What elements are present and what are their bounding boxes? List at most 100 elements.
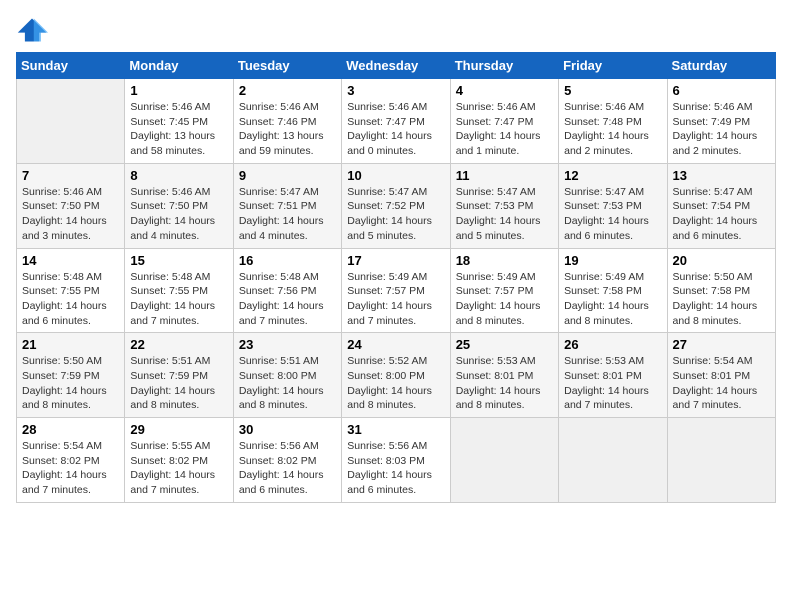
calendar-day-cell: 23 Sunrise: 5:51 AMSunset: 8:00 PMDayligh…: [233, 333, 341, 418]
day-number: 18: [456, 253, 553, 268]
day-number: 28: [22, 422, 119, 437]
day-info: Sunrise: 5:49 AMSunset: 7:57 PMDaylight:…: [347, 270, 444, 329]
day-number: 5: [564, 83, 661, 98]
day-info: Sunrise: 5:46 AMSunset: 7:50 PMDaylight:…: [22, 185, 119, 244]
day-number: 1: [130, 83, 227, 98]
day-info: Sunrise: 5:47 AMSunset: 7:53 PMDaylight:…: [456, 185, 553, 244]
calendar-day-cell: 9 Sunrise: 5:47 AMSunset: 7:51 PMDaylight…: [233, 163, 341, 248]
day-number: 16: [239, 253, 336, 268]
day-number: 6: [673, 83, 770, 98]
calendar-day-cell: 8 Sunrise: 5:46 AMSunset: 7:50 PMDaylight…: [125, 163, 233, 248]
day-info: Sunrise: 5:50 AMSunset: 7:58 PMDaylight:…: [673, 270, 770, 329]
day-info: Sunrise: 5:50 AMSunset: 7:59 PMDaylight:…: [22, 354, 119, 413]
day-info: Sunrise: 5:47 AMSunset: 7:54 PMDaylight:…: [673, 185, 770, 244]
calendar-day-cell: 15Sunrise: 5:48 AMSunset: 7:55 PMDayligh…: [125, 248, 233, 333]
day-number: 27: [673, 337, 770, 352]
day-number: 8: [130, 168, 227, 183]
day-info: Sunrise: 5:47 AMSunset: 7:53 PMDaylight:…: [564, 185, 661, 244]
calendar-day-cell: 6Sunrise: 5:46 AMSunset: 7:49 PMDaylight…: [667, 79, 775, 164]
calendar-day-cell: 17 Sunrise: 5:49 AMSunset: 7:57 PMDayligh…: [342, 248, 450, 333]
day-info: Sunrise: 5:54 AMSunset: 8:02 PMDaylight:…: [22, 439, 119, 498]
calendar-week-row: 14 Sunrise: 5:48 AMSunset: 7:55 PMDayligh…: [17, 248, 776, 333]
day-info: Sunrise: 5:46 AMSunset: 7:48 PMDaylight:…: [564, 100, 661, 159]
calendar-day-cell: 21 Sunrise: 5:50 AMSunset: 7:59 PMDayligh…: [17, 333, 125, 418]
day-number: 29: [130, 422, 227, 437]
day-info: Sunrise: 5:54 AMSunset: 8:01 PMDaylight:…: [673, 354, 770, 413]
calendar-body: 1 Sunrise: 5:46 AMSunset: 7:45 PMDaylight…: [17, 79, 776, 503]
day-number: 4: [456, 83, 553, 98]
calendar-day-cell: [667, 418, 775, 503]
day-info: Sunrise: 5:49 AMSunset: 7:57 PMDaylight:…: [456, 270, 553, 329]
calendar-day-cell: [559, 418, 667, 503]
calendar-day-cell: 12 Sunrise: 5:47 AMSunset: 7:53 PMDayligh…: [559, 163, 667, 248]
calendar-week-row: 1 Sunrise: 5:46 AMSunset: 7:45 PMDaylight…: [17, 79, 776, 164]
day-number: 24: [347, 337, 444, 352]
day-number: 13: [673, 168, 770, 183]
day-info: Sunrise: 5:46 AMSunset: 7:47 PMDaylight:…: [347, 100, 444, 159]
calendar-day-cell: 4 Sunrise: 5:46 AMSunset: 7:47 PMDaylight…: [450, 79, 558, 164]
calendar-day-cell: 30Sunrise: 5:56 AMSunset: 8:02 PMDayligh…: [233, 418, 341, 503]
calendar-day-cell: 31Sunrise: 5:56 AMSunset: 8:03 PMDayligh…: [342, 418, 450, 503]
day-number: 20: [673, 253, 770, 268]
day-info: Sunrise: 5:53 AMSunset: 8:01 PMDaylight:…: [564, 354, 661, 413]
day-number: 17: [347, 253, 444, 268]
day-info: Sunrise: 5:48 AMSunset: 7:55 PMDaylight:…: [22, 270, 119, 329]
calendar-day-cell: [17, 79, 125, 164]
calendar-day-cell: 18 Sunrise: 5:49 AMSunset: 7:57 PMDayligh…: [450, 248, 558, 333]
day-number: 15: [130, 253, 227, 268]
day-number: 2: [239, 83, 336, 98]
day-number: 31: [347, 422, 444, 437]
calendar-week-row: 21 Sunrise: 5:50 AMSunset: 7:59 PMDayligh…: [17, 333, 776, 418]
day-info: Sunrise: 5:46 AMSunset: 7:46 PMDaylight:…: [239, 100, 336, 159]
day-info: Sunrise: 5:55 AMSunset: 8:02 PMDaylight:…: [130, 439, 227, 498]
day-info: Sunrise: 5:52 AMSunset: 8:00 PMDaylight:…: [347, 354, 444, 413]
header: [16, 16, 776, 44]
calendar-day-cell: 7Sunrise: 5:46 AMSunset: 7:50 PMDaylight…: [17, 163, 125, 248]
day-number: 23: [239, 337, 336, 352]
calendar-day-cell: 16 Sunrise: 5:48 AMSunset: 7:56 PMDayligh…: [233, 248, 341, 333]
calendar-day-cell: 25Sunrise: 5:53 AMSunset: 8:01 PMDayligh…: [450, 333, 558, 418]
day-info: Sunrise: 5:51 AMSunset: 7:59 PMDaylight:…: [130, 354, 227, 413]
day-info: Sunrise: 5:46 AMSunset: 7:47 PMDaylight:…: [456, 100, 553, 159]
day-number: 3: [347, 83, 444, 98]
day-number: 12: [564, 168, 661, 183]
logo: [16, 16, 52, 44]
calendar-day-cell: 5 Sunrise: 5:46 AMSunset: 7:48 PMDaylight…: [559, 79, 667, 164]
calendar-day-cell: 2 Sunrise: 5:46 AMSunset: 7:46 PMDaylight…: [233, 79, 341, 164]
day-info: Sunrise: 5:47 AMSunset: 7:51 PMDaylight:…: [239, 185, 336, 244]
calendar-table: SundayMondayTuesdayWednesdayThursdayFrid…: [16, 52, 776, 503]
calendar-day-cell: 19Sunrise: 5:49 AMSunset: 7:58 PMDayligh…: [559, 248, 667, 333]
day-number: 14: [22, 253, 119, 268]
weekday-header-cell: Tuesday: [233, 53, 341, 79]
calendar-week-row: 7Sunrise: 5:46 AMSunset: 7:50 PMDaylight…: [17, 163, 776, 248]
calendar-day-cell: 22Sunrise: 5:51 AMSunset: 7:59 PMDayligh…: [125, 333, 233, 418]
day-info: Sunrise: 5:46 AMSunset: 7:50 PMDaylight:…: [130, 185, 227, 244]
logo-icon: [16, 16, 48, 44]
calendar-day-cell: 20 Sunrise: 5:50 AMSunset: 7:58 PMDayligh…: [667, 248, 775, 333]
calendar-day-cell: 28 Sunrise: 5:54 AMSunset: 8:02 PMDayligh…: [17, 418, 125, 503]
calendar-day-cell: 27 Sunrise: 5:54 AMSunset: 8:01 PMDayligh…: [667, 333, 775, 418]
calendar-day-cell: 29 Sunrise: 5:55 AMSunset: 8:02 PMDayligh…: [125, 418, 233, 503]
day-number: 9: [239, 168, 336, 183]
day-info: Sunrise: 5:48 AMSunset: 7:56 PMDaylight:…: [239, 270, 336, 329]
day-info: Sunrise: 5:47 AMSunset: 7:52 PMDaylight:…: [347, 185, 444, 244]
weekday-header-cell: Thursday: [450, 53, 558, 79]
calendar-day-cell: 1 Sunrise: 5:46 AMSunset: 7:45 PMDaylight…: [125, 79, 233, 164]
day-info: Sunrise: 5:51 AMSunset: 8:00 PMDaylight:…: [239, 354, 336, 413]
calendar-day-cell: 26 Sunrise: 5:53 AMSunset: 8:01 PMDayligh…: [559, 333, 667, 418]
calendar-week-row: 28 Sunrise: 5:54 AMSunset: 8:02 PMDayligh…: [17, 418, 776, 503]
weekday-header-cell: Saturday: [667, 53, 775, 79]
calendar-day-cell: 24 Sunrise: 5:52 AMSunset: 8:00 PMDayligh…: [342, 333, 450, 418]
day-number: 21: [22, 337, 119, 352]
day-number: 26: [564, 337, 661, 352]
day-number: 11: [456, 168, 553, 183]
day-info: Sunrise: 5:46 AMSunset: 7:45 PMDaylight:…: [130, 100, 227, 159]
day-number: 25: [456, 337, 553, 352]
day-number: 10: [347, 168, 444, 183]
calendar-day-cell: 3 Sunrise: 5:46 AMSunset: 7:47 PMDaylight…: [342, 79, 450, 164]
calendar-day-cell: 14 Sunrise: 5:48 AMSunset: 7:55 PMDayligh…: [17, 248, 125, 333]
day-number: 19: [564, 253, 661, 268]
weekday-header-cell: Wednesday: [342, 53, 450, 79]
day-info: Sunrise: 5:56 AMSunset: 8:02 PMDaylight:…: [239, 439, 336, 498]
calendar-day-cell: [450, 418, 558, 503]
